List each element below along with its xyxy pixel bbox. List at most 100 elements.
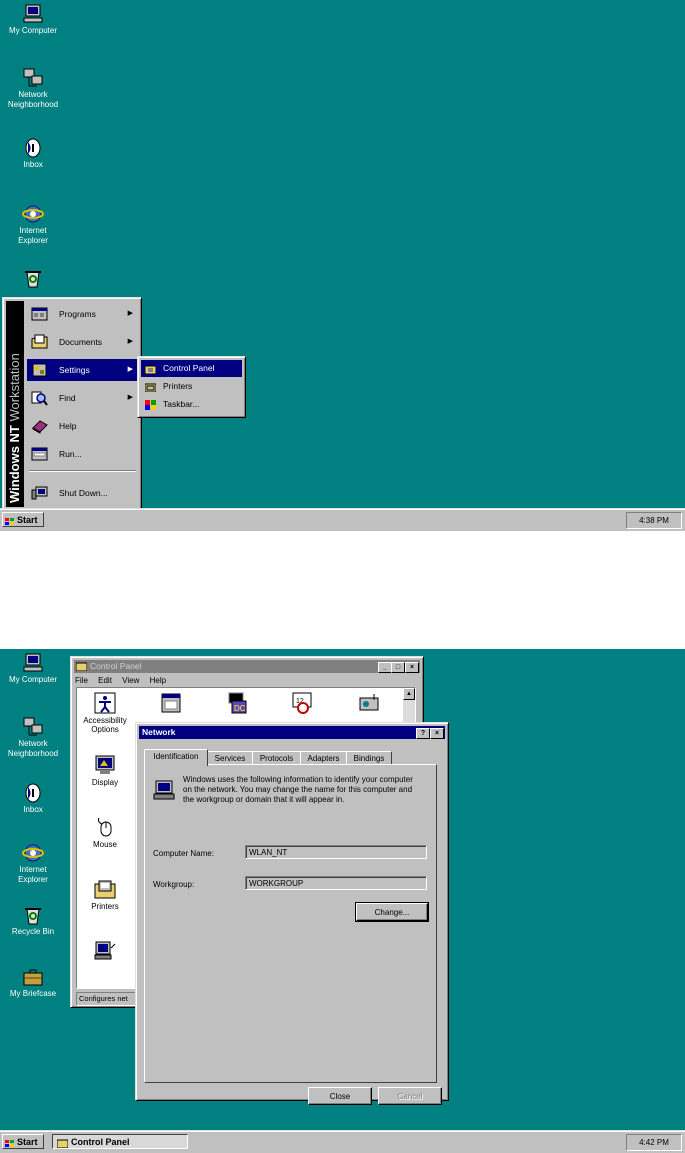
menu-bar: File Edit View Help [75,675,174,687]
desktop-icon-my-computer[interactable]: My Computer [0,653,66,685]
inbox-icon [22,138,44,158]
cp-item-printers[interactable]: Printers [81,878,129,911]
close-button[interactable]: Close [308,1087,372,1105]
cp-item-date-time[interactable]: 12 [279,692,327,716]
submenu-item-control-panel[interactable]: Control Panel [141,360,242,377]
cp-item-add-remove[interactable] [147,692,195,716]
tab-protocols[interactable]: Protocols [252,751,301,765]
cp-item-accessibility[interactable]: Accessibility Options [81,692,129,734]
desktop-icon-network-neighborhood[interactable]: Network Neighborhood [0,717,66,759]
desktop-icon-network-neighborhood[interactable]: Network Neighborhood [0,68,66,110]
start-menu-item-documents[interactable]: Documents ▶ [27,331,138,353]
menu-help[interactable]: Help [150,676,166,685]
system-clock[interactable]: 4:42 PM [626,1134,682,1151]
start-menu-item-find[interactable]: Find ▶ [27,387,138,409]
start-menu-item-shut-down[interactable]: Shut Down... [27,482,138,504]
help-button[interactable]: ? [416,728,430,739]
start-label: Start [17,1137,38,1147]
cp-item-label: Mouse [92,840,117,849]
start-label: Start [17,515,38,525]
desktop-icon-label: Recycle Bin [11,927,55,936]
menu-file[interactable]: File [75,676,88,685]
desktop-icon-label: My Computer [8,26,57,35]
start-menu-item-programs[interactable]: Programs ▶ [27,303,138,325]
close-window-button[interactable]: × [405,662,419,673]
tab-identification[interactable]: Identification [144,749,208,766]
close-dialog-button[interactable]: × [430,728,444,739]
start-menu-item-help[interactable]: Help [27,415,138,437]
submenu-label: Printers [163,381,193,391]
network-computer-icon [153,779,175,803]
menu-label: Find [59,393,76,403]
display-icon [94,754,116,776]
taskbar-button-control-panel[interactable]: Control Panel [52,1134,188,1149]
desktop-icon-label: Network Neighborhood [7,739,59,758]
menu-label: Shut Down... [59,488,108,498]
start-menu-item-run[interactable]: Run... [27,443,138,465]
network-dialog-titlebar[interactable]: Network ? × [139,726,445,739]
menu-view[interactable]: View [122,676,139,685]
cp-item-console[interactable]: DC [213,692,261,716]
settings-icon [31,362,48,378]
submenu-arrow-icon: ▶ [127,394,133,401]
menu-edit[interactable]: Edit [98,676,112,685]
desktop-icon-inbox[interactable]: Inbox [0,138,66,170]
documents-icon [31,334,48,350]
menu-label: Run... [59,449,82,459]
control-panel-icon [56,1138,69,1153]
desktop-icon-label: Network Neighborhood [7,90,59,109]
desktop-icon-internet-explorer[interactable]: Internet Explorer [0,843,66,885]
maximize-button[interactable]: □ [391,662,405,673]
network-icon [94,940,116,962]
task-label: Control Panel [71,1137,130,1147]
cancel-button[interactable]: Cancel [378,1087,442,1105]
desktop-icon-my-briefcase[interactable]: My Briefcase [0,967,66,999]
minimize-button[interactable]: _ [378,662,392,673]
start-button[interactable]: Start [2,1134,44,1149]
desktop-icon-inbox[interactable]: Inbox [0,783,66,815]
submenu-item-taskbar[interactable]: Taskbar... [141,396,242,413]
desktop-icon-internet-explorer[interactable]: Internet Explorer [0,204,66,246]
cp-item-label: Display [91,778,119,787]
submenu-arrow-icon: ▶ [127,366,133,373]
cp-item-mouse[interactable]: Mouse [81,816,129,849]
programs-icon [31,306,48,322]
tab-adapters[interactable]: Adapters [300,751,347,765]
identification-panel: Windows uses the following information t… [144,764,437,1083]
ie-icon [22,204,44,224]
cp-item-network[interactable] [81,940,129,964]
tab-bindings[interactable]: Bindings [346,751,392,765]
computer-name-label: Computer Name: [153,849,214,858]
printers-icon [144,381,157,393]
start-menu: Windows NT Workstation Programs ▶ Docume… [2,297,142,511]
computer-name-field[interactable]: WLAN_NT [245,845,427,859]
identification-description: Windows uses the following information t… [183,775,413,804]
menu-label: Settings [59,365,90,375]
tab-services[interactable]: Services [207,751,253,765]
add-remove-programs-icon [160,692,182,714]
menu-separator [29,470,136,472]
submenu-item-printers[interactable]: Printers [141,378,242,395]
desktop-icon-my-computer[interactable]: My Computer [0,4,66,36]
submenu-label: Control Panel [163,363,215,373]
change-button[interactable]: Change... [355,902,429,922]
system-clock[interactable]: 4:38 PM [626,512,682,529]
desktop-icon-label: Inbox [23,805,43,814]
desktop-icon-label: My Computer [8,675,57,684]
svg-text:DC: DC [234,704,246,713]
cp-item-display[interactable]: Display [81,754,129,787]
cp-item-label: Printers [91,902,119,911]
control-panel-titlebar[interactable]: Control Panel _ □ × [74,660,420,673]
menu-label: Documents [59,337,102,347]
workgroup-field[interactable]: WORKGROUP [245,876,427,890]
start-button[interactable]: Start [2,512,44,527]
desktop-icon-recycle-bin[interactable] [0,268,66,290]
ie-icon [22,843,44,863]
desktop-icon-label: Internet Explorer [18,226,48,245]
scroll-up-arrow-icon[interactable]: ▲ [403,688,415,700]
start-menu-item-settings[interactable]: Settings ▶ [27,359,138,381]
cp-item-devices[interactable] [345,692,393,716]
desktop-screenshot-network-dialog: My Computer Network Neighborhood Inbox I… [0,649,685,1153]
desktop-icon-recycle-bin[interactable]: Recycle Bin [0,905,66,937]
date-time-icon: 12 [292,692,314,714]
